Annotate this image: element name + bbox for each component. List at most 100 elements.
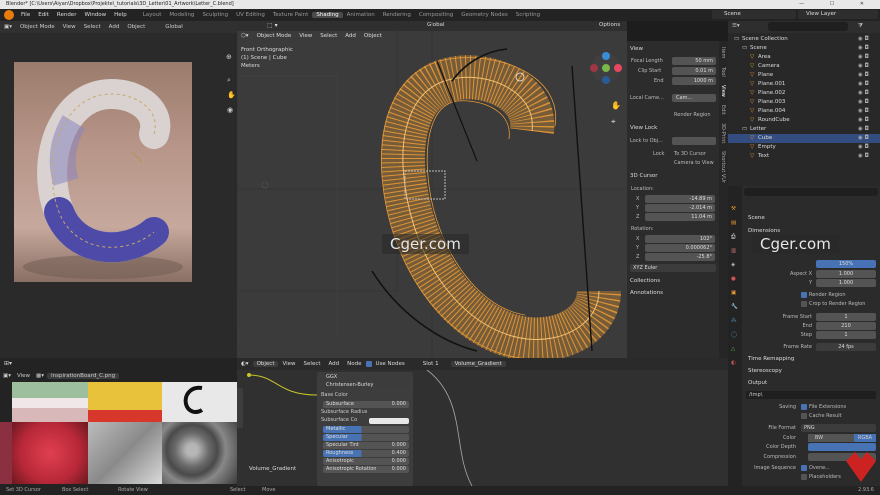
tab-uv-editing[interactable]: UV Editing: [232, 12, 269, 18]
visibility-toggle-icon[interactable]: ◉ ◘: [858, 152, 869, 161]
tool-tab-icon[interactable]: ⚒: [731, 206, 736, 212]
render-region-label[interactable]: Render Region: [674, 112, 711, 118]
view-lock-header[interactable]: View Lock: [630, 125, 657, 131]
camera-icon[interactable]: ◉: [227, 106, 233, 114]
blender-logo-icon[interactable]: [4, 10, 14, 20]
anisotropic-field[interactable]: Anisotropic 0.000: [323, 458, 409, 465]
aspect-y-field[interactable]: 1.000: [816, 279, 876, 287]
subsurface-field[interactable]: Subsurface 0.000: [323, 401, 409, 408]
visibility-toggle-icon[interactable]: ◉ ◘: [858, 134, 869, 143]
gizmo-axis-icon[interactable]: ⊕: [226, 53, 232, 61]
menu-edit[interactable]: Edit: [34, 12, 53, 18]
outliner-editor-icon[interactable]: ☰▾: [732, 23, 740, 29]
image-name-field[interactable]: InspirationBoard_C.png: [47, 373, 120, 379]
outliner-row[interactable]: ▽ Plane.003 ◉ ◘: [728, 98, 880, 107]
outliner-search-input[interactable]: [768, 22, 848, 31]
tab-compositing[interactable]: Compositing: [415, 12, 457, 18]
menu-render[interactable]: Render: [53, 12, 81, 18]
visibility-toggle-icon[interactable]: ◉ ◘: [858, 116, 869, 125]
frame-step-field[interactable]: 1: [816, 331, 876, 339]
metallic-field[interactable]: Metallic: [323, 426, 409, 433]
menu-window[interactable]: Window: [80, 12, 110, 18]
file-browser-editor-icon[interactable]: ⊞▾: [4, 360, 12, 367]
time-remapping-header[interactable]: Time Remapping: [748, 356, 794, 362]
specular-field[interactable]: Specular: [323, 434, 409, 441]
editor-type-icon[interactable]: ▣▾: [0, 24, 16, 30]
subsurface-color-swatch[interactable]: [369, 418, 409, 424]
visibility-toggle-icon[interactable]: ◉ ◘: [858, 44, 869, 53]
local-camera-field[interactable]: Cam...: [672, 94, 716, 102]
cursor-location-y[interactable]: -2.014 m: [645, 204, 715, 212]
lock-to-object-field[interactable]: [672, 137, 716, 145]
tab-sculpting[interactable]: Sculpting: [198, 12, 232, 18]
cursor-rotation-y[interactable]: 0.000062°: [645, 244, 715, 252]
outliner-row[interactable]: ▽ RoundCube ◉ ◘: [728, 116, 880, 125]
viewport-pan-icon[interactable]: ✋: [611, 101, 621, 110]
zoom-icon[interactable]: ⌕: [227, 76, 231, 85]
sidebar-tab-shortcut[interactable]: Shortcut VUr: [720, 151, 726, 183]
material-tab-icon[interactable]: ◐: [731, 360, 736, 366]
stereoscopy-header[interactable]: Stereoscopy: [748, 368, 782, 374]
visibility-toggle-icon[interactable]: ◉ ◘: [858, 53, 869, 62]
viewport-camera-icon[interactable]: ⌖: [611, 117, 616, 127]
crop-region-checkbox[interactable]: [801, 301, 807, 307]
outliner-row[interactable]: ▽ Plane ◉ ◘: [728, 71, 880, 80]
node-editor-type-icon[interactable]: ◐▾: [237, 361, 253, 367]
visibility-toggle-icon[interactable]: ◉ ◘: [858, 107, 869, 116]
scene-selector[interactable]: Scene: [712, 10, 796, 19]
render-tab-icon[interactable]: ▤: [731, 220, 736, 226]
outliner-row[interactable]: ▽ Plane.004 ◉ ◘: [728, 107, 880, 116]
outliner-row[interactable]: ▭ Letter ◉ ◘: [728, 125, 880, 134]
tab-geometry-nodes[interactable]: Geometry Nodes: [457, 12, 511, 18]
overwrite-checkbox[interactable]: [801, 465, 807, 471]
pan-hand-icon[interactable]: ✋: [227, 91, 236, 99]
image-browse-icon[interactable]: ▦▾: [33, 373, 47, 379]
aspect-x-field[interactable]: 1.000: [816, 270, 876, 278]
image-editor-mode[interactable]: Object Mode: [16, 24, 59, 30]
visibility-toggle-icon[interactable]: ◉ ◘: [858, 89, 869, 98]
visibility-toggle-icon[interactable]: ◉ ◘: [858, 62, 869, 71]
output-tab-icon[interactable]: ⎙: [731, 234, 735, 241]
distribution-dropdown[interactable]: GGX: [323, 374, 409, 381]
visibility-toggle-icon[interactable]: ◉ ◘: [858, 71, 869, 80]
outliner-row[interactable]: ▽ Area ◉ ◘: [728, 53, 880, 62]
focal-length-field[interactable]: 50 mm: [672, 57, 716, 65]
cursor-location-x[interactable]: -14.89 m: [645, 195, 715, 203]
file-format-dropdown[interactable]: PNG: [801, 424, 876, 432]
resolution-percent[interactable]: 150%: [816, 260, 876, 268]
tab-rendering[interactable]: Rendering: [379, 12, 415, 18]
anisotropic-rotation-field[interactable]: Anisotropic Rotation 0.000: [323, 466, 409, 473]
slot-dropdown[interactable]: Slot 1: [419, 361, 443, 367]
shader-node-editor[interactable]: ◐▾ Object View Select Add Node Use Nodes…: [237, 358, 728, 486]
color-bw-button[interactable]: BW: [808, 434, 830, 442]
properties-search-input[interactable]: [744, 188, 878, 196]
outliner-row[interactable]: ▽ Plane.002 ◉ ◘: [728, 89, 880, 98]
tab-animation[interactable]: Animation: [343, 12, 379, 18]
clip-start-field[interactable]: 0.01 m: [672, 67, 716, 75]
cursor-rotation-x[interactable]: 102°: [645, 235, 715, 243]
input-node-edge[interactable]: [237, 388, 243, 428]
cursor-rotation-z[interactable]: -25.8°: [645, 253, 715, 261]
subsurface-radius-socket[interactable]: Subsurface Radius: [321, 409, 409, 416]
rotation-mode-dropdown[interactable]: XYZ Euler: [630, 264, 716, 272]
outliner-row[interactable]: ▽ Cube ◉ ◘: [728, 134, 880, 143]
sidebar-tab-edit[interactable]: Edit: [720, 105, 726, 115]
view-layer-tab-icon[interactable]: ▥: [731, 248, 736, 254]
node-menu-add[interactable]: Add: [325, 361, 344, 367]
cache-result-checkbox[interactable]: [801, 413, 807, 419]
sidebar-tab-view[interactable]: View: [720, 85, 726, 97]
3d-cursor-header[interactable]: 3D Cursor: [630, 173, 658, 179]
window-controls[interactable]: — ☐ ✕: [799, 0, 876, 9]
view-layer-selector[interactable]: View Layer: [798, 10, 878, 19]
material-field[interactable]: Volume_Gradient: [450, 361, 506, 367]
camera-to-view[interactable]: Camera to View: [674, 160, 714, 166]
visibility-toggle-icon[interactable]: ◉ ◘: [858, 143, 869, 152]
render-region-checkbox[interactable]: [801, 292, 807, 298]
node-object-dropdown[interactable]: Object: [252, 361, 279, 367]
data-tab-icon[interactable]: △: [731, 346, 735, 352]
placeholders-checkbox[interactable]: [801, 474, 807, 480]
sidebar-tab-3d-print[interactable]: 3D-Print: [720, 123, 726, 143]
visibility-toggle-icon[interactable]: ◉ ◘: [858, 125, 869, 134]
tab-shading[interactable]: Shading: [312, 12, 343, 18]
visibility-toggle-icon[interactable]: ◉ ◘: [858, 98, 869, 107]
